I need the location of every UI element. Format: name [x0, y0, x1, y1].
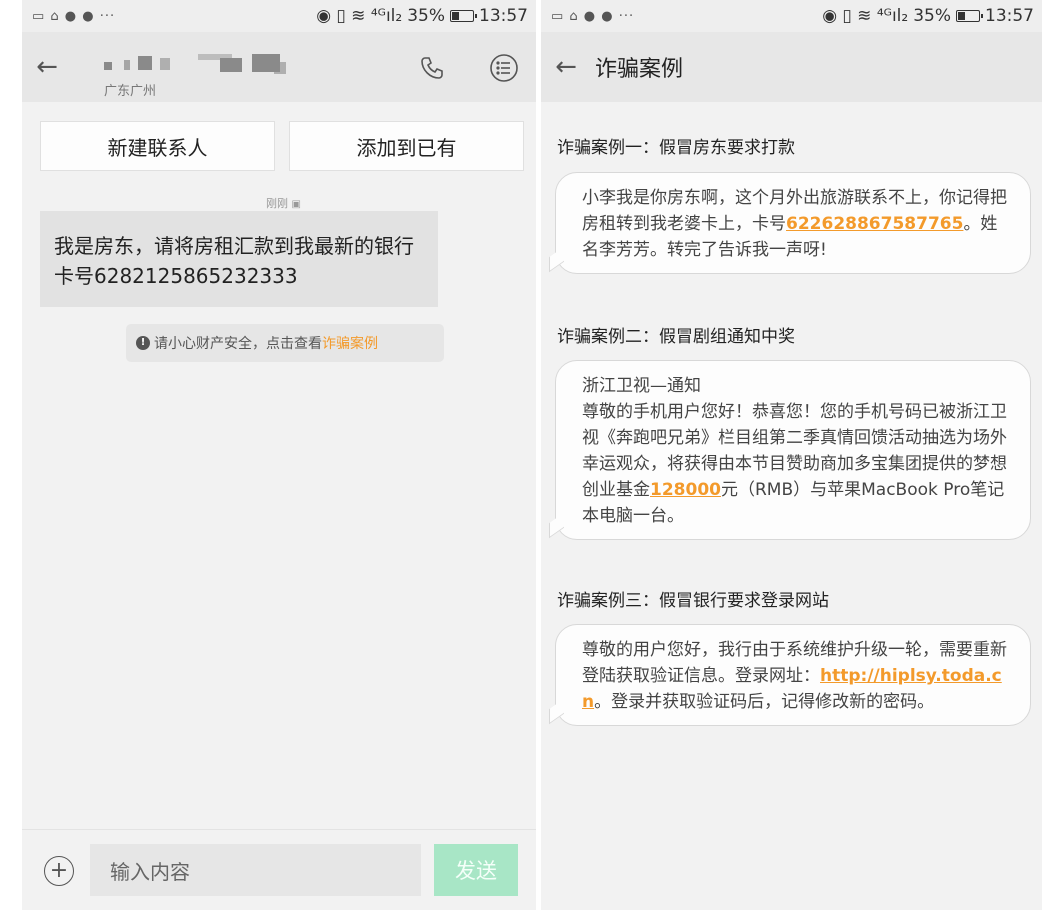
case-2-title-line: 浙江卫视—通知	[582, 376, 701, 396]
fraud-warning-notice[interactable]: ! 请小心财产安全，点击查看 诈骗案例	[126, 324, 444, 362]
fraud-cases-link[interactable]: 诈骗案例	[322, 333, 378, 353]
case-2-amount[interactable]: 128000	[650, 480, 721, 500]
new-contact-button[interactable]: 新建联系人	[40, 121, 275, 171]
message-time-text: 刚刚	[266, 197, 288, 210]
case-3-heading: 诈骗案例三：假冒银行要求登录网站	[557, 591, 829, 611]
sim-icon: ▣	[291, 199, 301, 210]
battery-icon	[450, 10, 477, 22]
warning-text: 请小心财产安全，点击查看	[154, 336, 322, 352]
conversation-header: ← 广东广州	[22, 32, 536, 102]
battery-percent: 35%	[407, 6, 445, 26]
clock: 13:57	[479, 6, 528, 26]
page-title: 诈骗案例	[595, 57, 684, 82]
battery-percent: 35%	[913, 6, 951, 26]
fraud-cases-screen: ▭ ⌂ ● ● ··· ◉ ▯ ≋ ⁴ᴳıl₂ 35% 13:57 ← 诈骗案例…	[541, 0, 1042, 910]
case-1-card-number[interactable]: 622628867587765	[786, 214, 963, 234]
warning-icon: !	[136, 336, 150, 350]
signal-icons: ◉ ▯ ≋ ⁴ᴳıl₂	[316, 6, 403, 26]
add-to-existing-button[interactable]: 添加到已有	[289, 121, 524, 171]
signal-icons: ◉ ▯ ≋ ⁴ᴳıl₂	[822, 6, 909, 26]
battery-fill	[958, 12, 965, 20]
back-arrow-icon[interactable]: ←	[541, 32, 591, 102]
send-button[interactable]: 发送	[434, 844, 518, 896]
case-3-message: 尊敬的用户您好，我行由于系统维护升级一轮，需要重新登陆获取验证信息。登录网址：h…	[555, 624, 1031, 726]
message-timestamp: 刚刚 ▣	[266, 195, 301, 211]
case-2-message: 浙江卫视—通知 尊敬的手机用户您好！恭喜您！您的手机号码已被浙江卫视《奔跑吧兄弟…	[555, 360, 1031, 540]
message-composer: + 输入内容 发送	[22, 829, 536, 910]
page-header: ← 诈骗案例	[541, 32, 1042, 102]
sms-conversation-screen: ▭ ⌂ ● ● ··· ◉ ▯ ≋ ⁴ᴳıl₂ 35% 13:57 ← 广东广州	[22, 0, 536, 910]
notification-icons: ▭ ⌂ ● ● ···	[551, 8, 635, 24]
notification-icons: ▭ ⌂ ● ● ···	[32, 8, 116, 24]
message-menu-icon[interactable]	[486, 50, 522, 86]
incoming-message-bubble[interactable]: 我是房东，请将房租汇款到我最新的银行卡号6282125865232333	[40, 211, 438, 307]
battery-icon	[956, 10, 983, 22]
contact-location: 广东广州	[104, 84, 157, 99]
status-bar: ▭ ⌂ ● ● ··· ◉ ▯ ≋ ⁴ᴳıl₂ 35% 13:57	[22, 0, 536, 32]
status-bar: ▭ ⌂ ● ● ··· ◉ ▯ ≋ ⁴ᴳıl₂ 35% 13:57	[541, 0, 1042, 32]
contact-actions: 新建联系人 添加到已有	[40, 121, 524, 171]
case-1-message: 小李我是你房东啊，这个月外出旅游联系不上，你记得把房租转到我老婆卡上，卡号622…	[555, 172, 1031, 274]
clock: 13:57	[985, 6, 1034, 26]
case-3-text-end: 。登录并获取验证码后，记得修改新的密码。	[594, 692, 935, 712]
plus-icon[interactable]: +	[44, 856, 74, 886]
case-1-heading: 诈骗案例一：假冒房东要求打款	[557, 138, 795, 158]
back-arrow-icon[interactable]: ←	[22, 32, 72, 102]
case-2-heading: 诈骗案例二：假冒剧组通知中奖	[557, 327, 795, 347]
message-input[interactable]: 输入内容	[90, 844, 421, 896]
phone-call-icon[interactable]	[414, 50, 450, 86]
battery-fill	[452, 12, 459, 20]
